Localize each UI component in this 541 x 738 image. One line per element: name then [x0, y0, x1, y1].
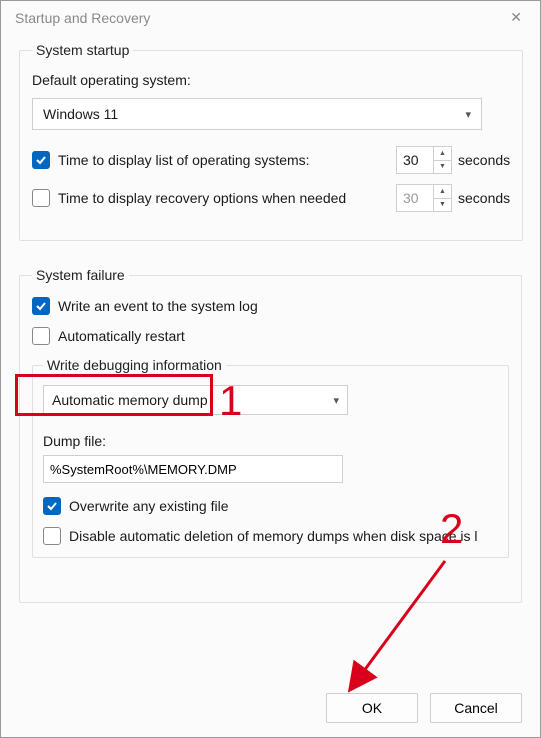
display-recovery-row: Time to display recovery options when ne… [32, 184, 510, 212]
close-icon[interactable]: ✕ [506, 9, 526, 26]
system-startup-legend: System startup [32, 42, 133, 58]
display-recovery-label: Time to display recovery options when ne… [58, 190, 388, 206]
auto-restart-checkbox[interactable] [32, 327, 50, 345]
recovery-seconds-wrap: 30 ▲ ▼ seconds [396, 184, 510, 212]
dialog-buttons: OK Cancel [1, 683, 540, 737]
overwrite-label: Overwrite any existing file [69, 498, 498, 514]
ok-button[interactable]: OK [326, 693, 418, 723]
write-event-checkbox[interactable] [32, 297, 50, 315]
debug-info-legend: Write debugging information [43, 357, 226, 373]
startup-recovery-window: Startup and Recovery ✕ System startup De… [0, 0, 541, 738]
overwrite-row: Overwrite any existing file [43, 497, 498, 515]
debug-info-group: Write debugging information Automatic me… [32, 357, 509, 558]
cancel-button[interactable]: Cancel [430, 693, 522, 723]
display-os-list-checkbox[interactable] [32, 151, 50, 169]
recovery-seconds-value: 30 [397, 185, 433, 211]
auto-restart-label: Automatically restart [58, 328, 509, 344]
disable-auto-delete-label: Disable automatic deletion of memory dum… [69, 528, 498, 544]
display-recovery-checkbox[interactable] [32, 189, 50, 207]
spinner-down-icon[interactable]: ▼ [434, 199, 451, 212]
os-list-seconds-value: 30 [397, 147, 433, 173]
default-os-value: Windows 11 [43, 106, 118, 122]
auto-restart-row: Automatically restart [32, 327, 509, 345]
os-list-seconds-wrap: 30 ▲ ▼ seconds [396, 146, 510, 174]
titlebar: Startup and Recovery ✕ [1, 1, 540, 32]
default-os-label: Default operating system: [32, 72, 510, 88]
overwrite-checkbox[interactable] [43, 497, 61, 515]
disable-auto-delete-row: Disable automatic deletion of memory dum… [43, 527, 498, 545]
default-os-select[interactable]: Windows 11 ▾ [32, 98, 482, 130]
system-failure-group: System failure Write an event to the sys… [19, 267, 522, 603]
window-title: Startup and Recovery [15, 10, 150, 26]
content-area: System startup Default operating system:… [1, 32, 540, 683]
dump-file-label: Dump file: [43, 433, 498, 449]
seconds-label: seconds [458, 152, 510, 168]
dump-file-input[interactable] [43, 455, 343, 483]
display-os-list-label: Time to display list of operating system… [58, 152, 388, 168]
os-list-seconds-spinner[interactable]: 30 ▲ ▼ [396, 146, 452, 174]
chevron-down-icon: ▾ [333, 394, 339, 407]
system-failure-legend: System failure [32, 267, 129, 283]
display-os-list-row: Time to display list of operating system… [32, 146, 510, 174]
spinner-up-icon[interactable]: ▲ [434, 147, 451, 161]
debug-mode-select[interactable]: Automatic memory dump ▾ [43, 385, 348, 415]
write-event-label: Write an event to the system log [58, 298, 509, 314]
chevron-down-icon: ▾ [465, 108, 471, 121]
recovery-seconds-spinner[interactable]: 30 ▲ ▼ [396, 184, 452, 212]
spinner-down-icon[interactable]: ▼ [434, 161, 451, 174]
seconds-label: seconds [458, 190, 510, 206]
system-startup-group: System startup Default operating system:… [19, 42, 523, 241]
disable-auto-delete-checkbox[interactable] [43, 527, 61, 545]
spinner-up-icon[interactable]: ▲ [434, 185, 451, 199]
write-event-row: Write an event to the system log [32, 297, 509, 315]
debug-mode-value: Automatic memory dump [52, 392, 208, 408]
